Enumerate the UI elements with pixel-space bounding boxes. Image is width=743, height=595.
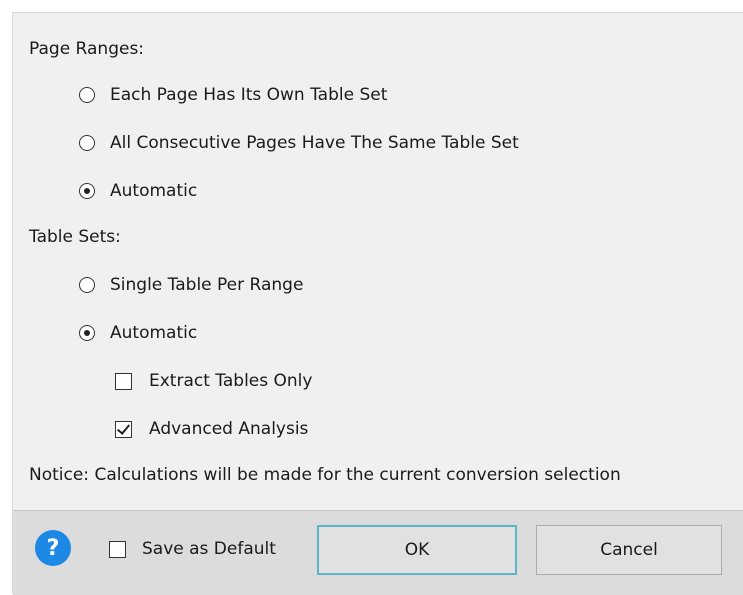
save-as-default-label: Save as Default [142,539,276,559]
radio-table-set-automatic-label: Automatic [110,323,198,343]
radio-consecutive-label: All Consecutive Pages Have The Same Tabl… [110,133,519,153]
advanced-analysis-option[interactable]: Advanced Analysis [115,419,308,439]
page-ranges-heading-label: Page Ranges: [29,39,145,59]
save-as-default-option[interactable]: Save as Default [109,539,276,559]
advanced-analysis-checkbox[interactable] [115,420,132,438]
page-ranges-heading: Page Ranges: [29,39,144,59]
page-range-option-consecutive[interactable]: All Consecutive Pages Have The Same Tabl… [79,133,519,153]
page-range-option-automatic[interactable]: Automatic [79,181,197,201]
table-sets-heading-label: Table Sets: [29,227,121,247]
extract-tables-only-checkbox[interactable] [115,372,132,390]
radio-page-range-automatic-label: Automatic [110,181,198,201]
radio-each-page-label: Each Page Has Its Own Table Set [110,85,388,105]
options-panel: Page Ranges: Each Page Has Its Own Table… [13,13,743,510]
conversion-options-dialog: Page Ranges: Each Page Has Its Own Table… [12,12,743,595]
notice-text: Notice: Calculations will be made for th… [29,465,621,485]
notice-label: Notice: Calculations will be made for th… [29,465,621,485]
ok-button[interactable]: OK [317,525,517,575]
page-range-option-each-page[interactable]: Each Page Has Its Own Table Set [79,85,387,105]
table-sets-heading: Table Sets: [29,227,121,247]
cancel-button[interactable]: Cancel [536,525,722,575]
radio-table-set-automatic[interactable] [79,325,95,341]
radio-consecutive[interactable] [79,135,95,151]
dialog-footer: ? Save as Default OK Cancel [13,510,743,595]
extract-tables-only-option[interactable]: Extract Tables Only [115,371,312,391]
save-as-default-checkbox[interactable] [109,540,126,558]
advanced-analysis-label: Advanced Analysis [149,419,309,439]
table-set-option-single[interactable]: Single Table Per Range [79,275,303,295]
radio-each-page[interactable] [79,87,95,103]
extract-tables-only-label: Extract Tables Only [149,371,313,391]
table-set-option-automatic[interactable]: Automatic [79,323,197,343]
help-icon[interactable]: ? [35,530,71,566]
radio-page-range-automatic[interactable] [79,183,95,199]
radio-single-table[interactable] [79,277,95,293]
radio-single-table-label: Single Table Per Range [110,275,304,295]
